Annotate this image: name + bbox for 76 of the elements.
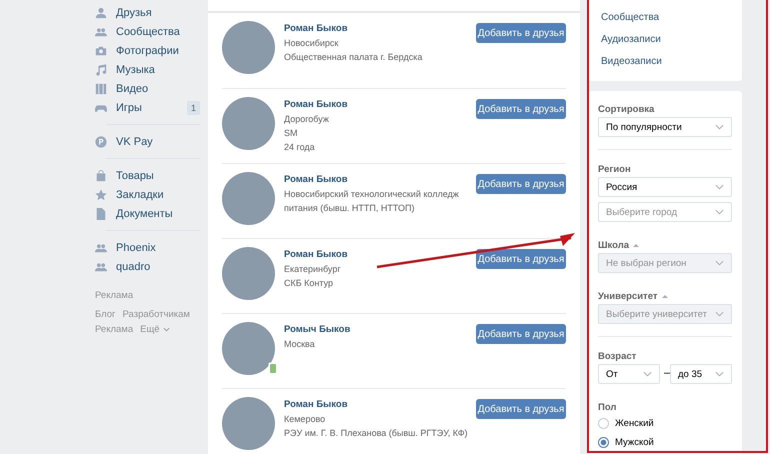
film-icon bbox=[95, 82, 107, 94]
user-icon bbox=[95, 6, 107, 18]
chevron-icon bbox=[715, 184, 724, 190]
count-badge: 1 bbox=[186, 100, 200, 114]
sidebar-item[interactable]: VK Pay bbox=[95, 132, 200, 151]
chevron-icon bbox=[715, 260, 724, 266]
person-info: 24 года bbox=[284, 141, 316, 154]
radio-option[interactable]: Мужской bbox=[598, 435, 732, 449]
chevron-icon bbox=[715, 371, 724, 377]
pay-icon bbox=[95, 136, 107, 148]
person-info: SM bbox=[284, 127, 298, 140]
dropdown[interactable]: По популярности bbox=[598, 117, 732, 137]
sidebar-item[interactable]: Phoenix bbox=[95, 238, 200, 257]
phone-icon bbox=[268, 362, 278, 375]
person-info: РЭУ им. Г. В. Плеханова (бывш. РГТЭУ, КФ) bbox=[284, 427, 469, 440]
person-name[interactable]: Роман Быков bbox=[284, 249, 476, 260]
person-info: Москва bbox=[284, 338, 316, 351]
dropdown[interactable]: до 35 bbox=[670, 364, 732, 384]
person-info: Дорогобуж bbox=[284, 113, 330, 126]
group-icon bbox=[95, 26, 107, 38]
caret-icon bbox=[162, 327, 170, 332]
person-info: Новосибирский технологический колледж питания (бывш. НТТП, НТТОП) bbox=[284, 188, 460, 215]
chevron-icon bbox=[715, 311, 724, 317]
add-friend-button[interactable]: Добавить в друзья bbox=[476, 174, 566, 194]
search-section-link[interactable]: Видеозаписи bbox=[601, 51, 729, 73]
group-icon bbox=[95, 242, 107, 254]
person-info: Новосибирск bbox=[284, 37, 340, 50]
add-friend-button[interactable]: Добавить в друзья bbox=[476, 324, 566, 344]
sidebar-item[interactable]: Видео bbox=[95, 79, 200, 98]
sidebar-item[interactable]: Друзья bbox=[95, 3, 200, 22]
dropdown[interactable]: Россия bbox=[598, 177, 732, 197]
group-icon bbox=[95, 260, 107, 272]
filter-title: Пол bbox=[598, 402, 616, 412]
sidebar-item[interactable]: Игры 1 bbox=[95, 98, 200, 117]
person-name[interactable]: Роман Быков bbox=[284, 174, 476, 185]
filter-title: Возраст bbox=[598, 350, 636, 362]
filter-title: Сортировка bbox=[598, 104, 654, 114]
bag-icon bbox=[95, 170, 107, 182]
radio-button[interactable] bbox=[598, 418, 609, 428]
search-section-link[interactable]: Аудиозаписи bbox=[601, 29, 729, 51]
person-name[interactable]: Ромыч Быков bbox=[284, 324, 476, 335]
camera-icon bbox=[95, 44, 107, 56]
person-info: СКБ Контур bbox=[284, 277, 334, 290]
person-info: Кемерово bbox=[284, 413, 326, 426]
sidebar-item[interactable]: Музыка bbox=[95, 60, 200, 79]
person-info: Екатеринбург bbox=[284, 263, 342, 276]
chevron-icon bbox=[643, 371, 652, 377]
radio-option[interactable]: Женский bbox=[598, 416, 732, 430]
sidebar-item[interactable]: Закладки bbox=[95, 185, 200, 204]
sidebar-item[interactable]: Фотографии bbox=[95, 41, 200, 60]
person-name[interactable]: Роман Быков bbox=[284, 399, 476, 410]
add-friend-button[interactable]: Добавить в друзья bbox=[476, 249, 566, 269]
note-icon bbox=[95, 64, 107, 76]
filter-title: Регион bbox=[598, 164, 631, 174]
search-section-link[interactable]: Сообщества bbox=[601, 7, 729, 29]
sidebar-item[interactable]: Сообщества bbox=[95, 22, 200, 41]
chevron-icon bbox=[715, 124, 724, 130]
sidebar-item[interactable]: Товары bbox=[95, 166, 200, 185]
chevron-icon bbox=[715, 209, 724, 215]
person-name[interactable]: Роман Быков bbox=[284, 23, 476, 34]
radio-button[interactable] bbox=[598, 436, 609, 448]
range-dash: – bbox=[664, 367, 670, 379]
filter-title: Университет bbox=[598, 290, 658, 302]
add-friend-button[interactable]: Добавить в друзья bbox=[476, 23, 566, 43]
person-info: Общественная палата г. Бердска bbox=[284, 51, 424, 64]
person-name[interactable]: Роман Быков bbox=[284, 99, 476, 110]
star-icon bbox=[95, 188, 107, 200]
sidebar-item[interactable]: Документы bbox=[95, 204, 200, 223]
collapse-icon[interactable] bbox=[633, 243, 640, 247]
collapse-icon[interactable] bbox=[662, 294, 668, 298]
dropdown[interactable]: От bbox=[598, 364, 660, 384]
add-friend-button[interactable]: Добавить в друзья bbox=[476, 99, 566, 119]
doc-icon bbox=[95, 208, 107, 220]
sidebar-item[interactable]: quadro bbox=[95, 257, 200, 276]
add-friend-button[interactable]: Добавить в друзья bbox=[476, 399, 566, 419]
filter-title: Школа bbox=[598, 240, 630, 250]
